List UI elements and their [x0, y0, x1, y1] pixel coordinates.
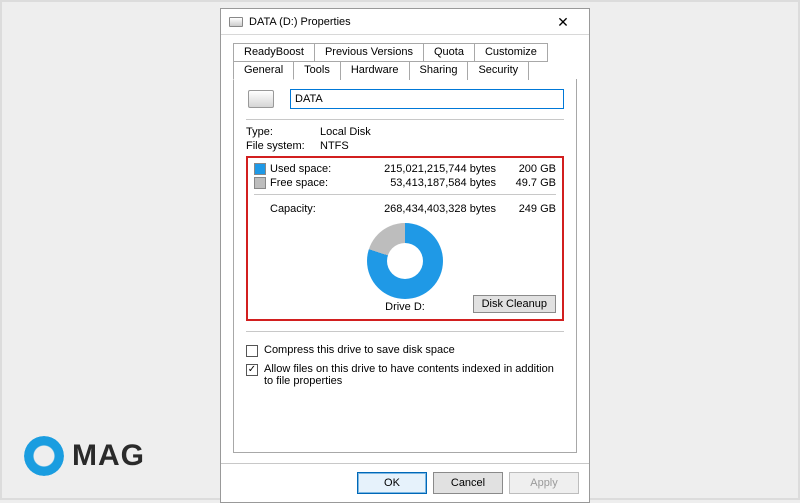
free-swatch	[254, 177, 266, 189]
cancel-button[interactable]: Cancel	[433, 472, 503, 494]
watermark-logo: MAG	[24, 436, 145, 476]
filesystem-value: NTFS	[320, 140, 564, 152]
dialog-footer: OK Cancel Apply	[221, 463, 589, 502]
apply-button[interactable]: Apply	[509, 472, 579, 494]
filesystem-label: File system:	[246, 140, 320, 152]
used-bytes: 215,021,215,744 bytes	[344, 163, 506, 175]
tab-sharing[interactable]: Sharing	[409, 61, 469, 80]
window-title: DATA (D:) Properties	[249, 16, 543, 28]
usage-donut-chart	[367, 223, 443, 299]
index-label: Allow files on this drive to have conten…	[264, 363, 564, 387]
capacity-bytes: 268,434,403,328 bytes	[344, 203, 506, 215]
tab-customize[interactable]: Customize	[474, 43, 548, 62]
drive-icon-large	[248, 90, 274, 108]
capacity-label: Capacity:	[254, 203, 344, 215]
volume-name-input[interactable]	[290, 89, 564, 109]
used-label: Used space:	[270, 163, 344, 175]
used-swatch	[254, 163, 266, 175]
compress-label: Compress this drive to save disk space	[264, 344, 455, 356]
drive-icon	[229, 17, 243, 27]
tab-tools[interactable]: Tools	[293, 61, 341, 80]
compress-checkbox[interactable]	[246, 345, 258, 357]
free-gb: 49.7 GB	[506, 177, 556, 189]
type-label: Type:	[246, 126, 320, 138]
properties-window: DATA (D:) Properties ✕ ReadyBoost Previo…	[220, 8, 590, 503]
logo-mark-icon	[24, 436, 64, 476]
window-body: ReadyBoost Previous Versions Quota Custo…	[221, 35, 589, 463]
tab-panel-general: Type: Local Disk File system: NTFS Used …	[233, 79, 577, 453]
free-bytes: 53,413,187,584 bytes	[344, 177, 506, 189]
ok-button[interactable]: OK	[357, 472, 427, 494]
used-gb: 200 GB	[506, 163, 556, 175]
disk-cleanup-button[interactable]: Disk Cleanup	[473, 295, 556, 313]
tab-hardware[interactable]: Hardware	[340, 61, 410, 80]
tabstrip: ReadyBoost Previous Versions Quota Custo…	[233, 43, 577, 80]
logo-text: MAG	[72, 439, 145, 473]
capacity-gb: 249 GB	[506, 203, 556, 215]
type-value: Local Disk	[320, 126, 564, 138]
tab-previous-versions[interactable]: Previous Versions	[314, 43, 424, 62]
tab-general[interactable]: General	[233, 61, 294, 80]
titlebar: DATA (D:) Properties ✕	[221, 9, 589, 35]
free-label: Free space:	[270, 177, 344, 189]
close-button[interactable]: ✕	[543, 15, 583, 29]
space-highlight-box: Used space: 215,021,215,744 bytes 200 GB…	[246, 156, 564, 321]
tab-readyboost[interactable]: ReadyBoost	[233, 43, 315, 62]
tab-security[interactable]: Security	[467, 61, 529, 80]
index-checkbox[interactable]	[246, 364, 258, 376]
tab-quota[interactable]: Quota	[423, 43, 475, 62]
